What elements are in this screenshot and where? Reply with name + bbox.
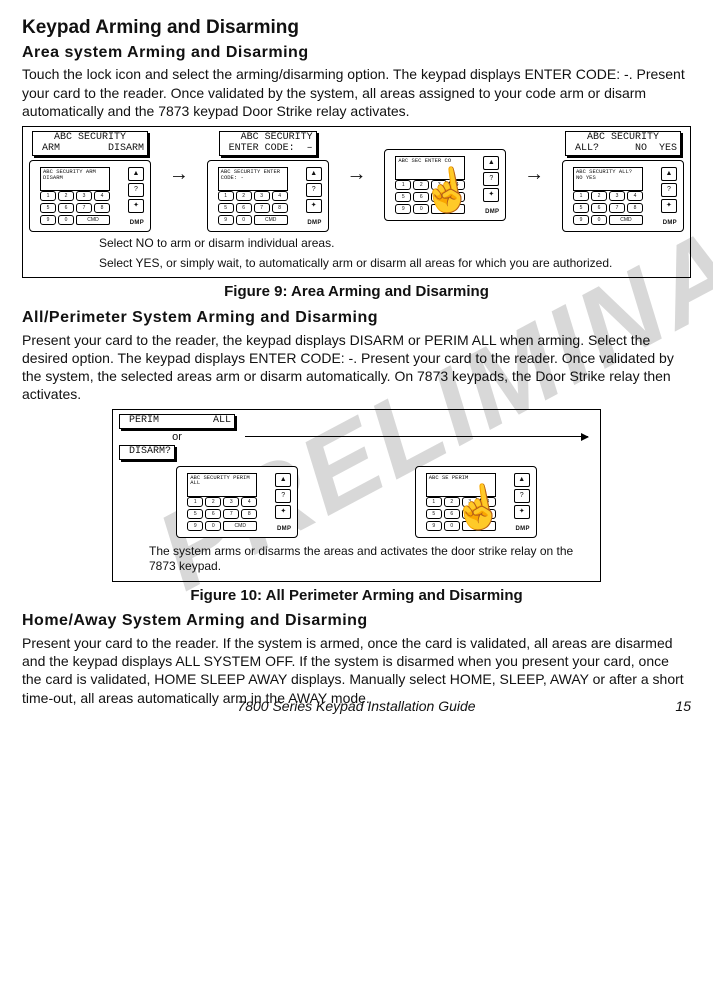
lcd-arm-disarm: ABC SECURITY ARM DISARM — [32, 131, 148, 156]
figure9-caption: Figure 9: Area Arming and Disarming — [22, 282, 691, 302]
section2-body: Present your card to the reader, the key… — [22, 331, 691, 404]
lcd-enter-code: ABC SECURITY ENTER CODE: – — [219, 131, 317, 156]
keypad-perim: ABC SECURITY PERIM ALL 1234567890CMD ▲?✦… — [176, 466, 298, 538]
section3-body: Present your card to the reader. If the … — [22, 634, 691, 707]
lcd-all-no-yes: ABC SECURITY ALL? NO YES — [565, 131, 681, 156]
keypad-screen: ABC SE PERIM — [426, 473, 496, 497]
keypad-brand: DMP — [663, 220, 677, 228]
keypad-side: ▲?✦ — [514, 473, 530, 519]
keypad-brand: DMP — [277, 526, 291, 534]
keypad-side: ▲?✦ — [483, 156, 499, 202]
keypad-perim-hand: ABC SE PERIM 1234567890CMD ▲?✦ DMP ☝ — [415, 466, 537, 538]
keypad-brand: DMP — [516, 526, 530, 534]
keypad-brand: DMP — [307, 220, 321, 228]
figure10-caption: Figure 10: All Perimeter Arming and Disa… — [22, 586, 691, 606]
keypad-keys: 1234567890CMD — [187, 497, 257, 531]
keypad-screen: ABC SECURITY ENTER CODE: - — [218, 167, 288, 191]
figure9-note2: Select YES, or simply wait, to automatic… — [99, 256, 684, 272]
long-arrow-icon — [245, 436, 588, 437]
arrow-icon: → — [346, 161, 366, 187]
keypad-screen: ABC SEC ENTER CO — [395, 156, 465, 180]
section3-heading: Home/Away System Arming and Disarming — [22, 611, 691, 632]
page-title: Keypad Arming and Disarming — [22, 16, 691, 41]
or-label: or — [172, 430, 182, 444]
keypad-side: ▲?✦ — [128, 167, 144, 213]
keypad-side: ▲?✦ — [275, 473, 291, 519]
keypad-keys: 1234567890CMD — [395, 180, 465, 214]
keypad-brand: DMP — [130, 220, 144, 228]
figure9-note1: Select NO to arm or disarm individual ar… — [99, 236, 684, 252]
keypad-screen: ABC SECURITY ALL? NO YES — [573, 167, 643, 191]
keypad-keys: 1234567890CMD — [426, 497, 496, 531]
keypad-2: ABC SECURITY ENTER CODE: - 1234567890CMD… — [207, 160, 329, 232]
keypad-3-with-hand: ABC SEC ENTER CO 1234567890CMD ▲?✦ DMP ☝ — [384, 149, 506, 221]
keypad-side: ▲?✦ — [306, 167, 322, 213]
figure10-note: The system arms or disarms the areas and… — [149, 544, 594, 575]
figure10-box: PERIM ALL or DISARM? ABC SECURITY PERIM … — [112, 409, 601, 581]
keypad-side: ▲?✦ — [661, 167, 677, 213]
lcd-disarm: DISARM? — [119, 445, 175, 460]
arrow-icon: → — [169, 161, 189, 187]
section2-heading: All/Perimeter System Arming and Disarmin… — [22, 308, 691, 329]
figure9-box: ABC SECURITY ARM DISARM ABC SECURITY ARM… — [22, 126, 691, 278]
section1-heading: Area system Arming and Disarming — [22, 43, 691, 64]
keypad-screen: ABC SECURITY ARM DISARM — [40, 167, 110, 191]
keypad-1: ABC SECURITY ARM DISARM 1234567890CMD ▲?… — [29, 160, 151, 232]
keypad-screen: ABC SECURITY PERIM ALL — [187, 473, 257, 497]
keypad-4: ABC SECURITY ALL? NO YES 1234567890CMD ▲… — [562, 160, 684, 232]
section1-body: Touch the lock icon and select the armin… — [22, 65, 691, 120]
keypad-keys: 1234567890CMD — [40, 191, 110, 225]
arrow-icon: → — [524, 161, 544, 187]
keypad-brand: DMP — [485, 209, 499, 217]
lcd-perim-all: PERIM ALL — [119, 414, 235, 429]
keypad-keys: 1234567890CMD — [573, 191, 643, 225]
keypad-keys: 1234567890CMD — [218, 191, 288, 225]
